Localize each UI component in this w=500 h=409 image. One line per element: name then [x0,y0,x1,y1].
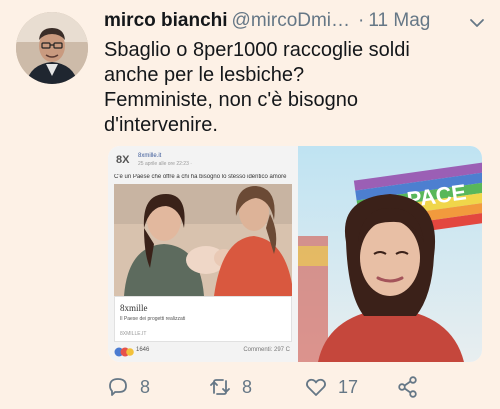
retweet-button[interactable]: 8 [208,372,252,402]
link-description: Il Paese dei progetti realizzati [120,316,186,322]
tweet-text: Sbaglio o 8per1000 raccoglie soldi anche… [104,38,484,138]
link-url: 8XMILLE.IT [120,331,147,337]
share-button[interactable] [396,372,420,402]
separator-dot: · [358,10,365,31]
tweet-actions: 8 8 17 [104,372,494,402]
retweet-icon [210,379,230,395]
tweet-date[interactable]: 11 Mag [368,10,430,31]
chevron-down-icon[interactable] [468,14,486,32]
tweet-text-line: anche per le lesbiche? [104,64,305,86]
author-handle[interactable]: @mircoDmi… [232,10,351,31]
reply-icon [109,378,127,396]
like-button[interactable]: 17 [304,372,358,402]
avatar-image [16,12,88,84]
avatar[interactable] [16,12,88,84]
author-name[interactable]: mirco bianchi [104,10,228,31]
share-icon [398,376,417,398]
tweet-text-line: Sbaglio o 8per1000 raccoglie soldi [104,39,410,61]
link-preview[interactable]: 8xmille Il Paese dei progetti realizzati… [114,296,292,342]
reaction-count: 1646 [136,347,150,353]
post-body: C'è un Paese che offre a chi ha bisogno … [114,174,287,180]
tweet-text-line: Femministe, non c'è bisogno [104,89,358,111]
reply-count: 8 [140,376,151,397]
reply-button[interactable]: 8 [106,372,150,402]
tweet-header: mirco bianchi @mircoDmi… · 11 Mag [104,10,494,36]
pride-photo[interactable]: PACE [298,146,482,362]
tweet-media[interactable]: 8X 8xmille.it 25 aprile alle ore 22:23 ·… [108,146,482,362]
woman-pride-flag-photo: PACE [298,146,482,362]
page-name: 8xmille.it [138,153,162,159]
embedded-post-screenshot[interactable]: 8X 8xmille.it 25 aprile alle ore 22:23 ·… [108,146,298,362]
post-footer: 1646 Commenti: 297 C [114,346,292,358]
post-timestamp: 25 aprile alle ore 22:23 · [138,161,192,167]
page-logo: 8X [116,154,130,166]
two-women-photo [114,184,292,296]
link-title: 8xmille [120,303,148,313]
reactions-icon [114,347,134,357]
post-photo [114,184,292,296]
comments-count: Commenti: 297 C [243,347,290,353]
tweet-text-line: d'intervenire. [104,114,218,136]
heart-icon [306,378,326,396]
retweet-count: 8 [242,376,253,397]
like-count: 17 [338,376,359,397]
